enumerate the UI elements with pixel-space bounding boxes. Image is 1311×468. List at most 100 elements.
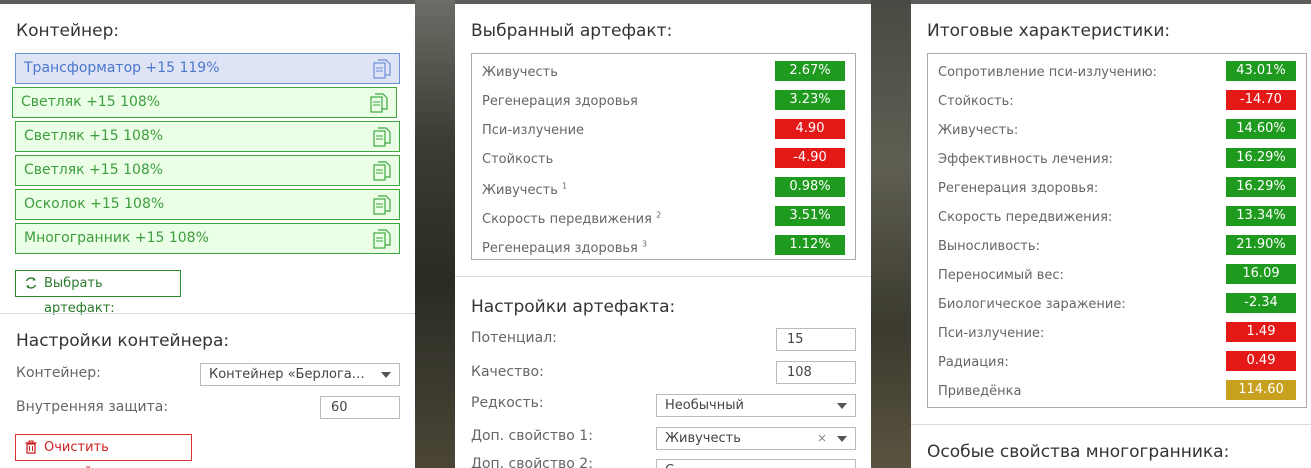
container-item[interactable]: Осколок +15 108%	[15, 189, 400, 220]
total-stats-title: Итоговые характеристики:	[927, 21, 1171, 41]
rarity-label: Редкость:	[471, 395, 544, 411]
quality-label: Качество:	[471, 364, 544, 380]
copy-icon[interactable]	[373, 229, 391, 249]
stat-label: Регенерация здоровья:	[938, 181, 1098, 196]
stat-row: Живучесть 2.67%	[482, 61, 845, 81]
stat-value-badge: -2.34	[1226, 293, 1296, 313]
stat-value-badge: 0.98%	[775, 177, 845, 197]
container-panel: Контейнер: Трансформатор +15 119% Светляк…	[0, 4, 415, 468]
stat-row: Приведёнка 114.60	[938, 380, 1296, 400]
protection-input[interactable]: 60	[320, 396, 400, 419]
stat-row: Переносимый вес: 16.09	[938, 264, 1296, 284]
extra1-label: Доп. свойство 1:	[471, 428, 593, 444]
container-item[interactable]: Светляк +15 108%	[15, 121, 400, 152]
stat-label-text: Пси-излучение	[482, 123, 585, 138]
stat-value-badge: 0.49	[1226, 351, 1296, 371]
rarity-select[interactable]: Необычный	[656, 394, 856, 417]
stat-label-text: Скорость передвижения:	[938, 210, 1113, 225]
stat-footnote: 2	[656, 211, 662, 220]
quality-input[interactable]: 108	[776, 361, 856, 384]
container-select[interactable]: Контейнер «Берлога…	[200, 363, 400, 386]
stat-label: Живучесть:	[938, 123, 1018, 138]
container-item-label: Осколок +15 108%	[24, 196, 165, 212]
stat-value-badge: 14.60%	[1226, 119, 1296, 139]
copy-icon[interactable]	[373, 127, 391, 147]
stat-label: Сопротивление пси-излучению:	[938, 65, 1157, 80]
container-title: Контейнер:	[16, 21, 120, 41]
selected-artifact-title: Выбранный артефакт:	[471, 21, 673, 41]
stat-value-badge: 16.29%	[1226, 177, 1296, 197]
stat-label: Регенерация здоровья 3	[482, 240, 647, 256]
extra2-label: Доп. свойство 2:	[471, 456, 593, 468]
divider	[455, 276, 871, 277]
container-item[interactable]: Светляк +15 108%	[12, 87, 397, 118]
stat-label: Стойкость	[482, 152, 553, 167]
container-item[interactable]: Трансформатор +15 119%	[15, 53, 400, 84]
stat-label: Переносимый вес:	[938, 268, 1064, 283]
stat-row: Сопротивление пси-излучению: 43.01%	[938, 61, 1296, 81]
stat-label: Пси-излучение	[482, 123, 584, 138]
divider	[911, 424, 1311, 425]
container-item-label: Трансформатор +15 119%	[24, 60, 220, 76]
extra1-select[interactable]: Живучесть ×	[656, 427, 856, 450]
container-item-label: Светляк +15 108%	[21, 94, 161, 110]
stat-label: Биологическое заражение:	[938, 297, 1126, 312]
stat-value-badge: 4.90	[775, 119, 845, 139]
stat-row: Живучесть: 14.60%	[938, 119, 1296, 139]
copy-icon[interactable]	[373, 161, 391, 181]
copy-icon[interactable]	[370, 93, 388, 113]
stat-label: Радиация:	[938, 355, 1009, 370]
potential-label: Потенциал:	[471, 330, 557, 346]
stat-label-text: Регенерация здоровья	[482, 94, 638, 109]
stat-label-text: Живучесть	[482, 65, 558, 80]
chevron-down-icon	[381, 372, 391, 378]
extra2-select-value: С	[665, 463, 674, 468]
rarity-select-value: Необычный	[665, 398, 744, 413]
stat-label: Эффективность лечения:	[938, 152, 1113, 167]
stat-row: Регенерация здоровья 3.23%	[482, 90, 845, 110]
stat-label: Живучесть	[482, 65, 558, 80]
stat-value-badge: 2.67%	[775, 61, 845, 81]
extra2-select[interactable]: С	[656, 459, 856, 468]
stat-value-badge: 3.23%	[775, 90, 845, 110]
stat-value-badge: 43.01%	[1226, 61, 1296, 81]
extra1-select-value: Живучесть	[665, 431, 741, 446]
trash-icon	[25, 440, 37, 454]
stat-label: Живучесть 1	[482, 182, 567, 198]
stat-value-badge: 13.34%	[1226, 206, 1296, 226]
stat-row: Скорость передвижения 2 3.51%	[482, 206, 845, 227]
container-item[interactable]: Многогранник +15 108%	[15, 223, 400, 254]
stat-value-badge: 114.60	[1226, 380, 1296, 400]
stat-label: Выносливость:	[938, 239, 1040, 254]
stat-label-text: Эффективность лечения:	[938, 152, 1113, 167]
stat-row: Стойкость: -14.70	[938, 90, 1296, 110]
stat-row: Пси-излучение 4.90	[482, 119, 845, 139]
stat-label-text: Приведёнка	[938, 384, 1022, 399]
copy-icon[interactable]	[373, 59, 391, 79]
stat-label: Пси-излучение:	[938, 326, 1044, 341]
clear-icon[interactable]: ×	[817, 428, 827, 449]
stat-label-text: Сопротивление пси-излучению:	[938, 65, 1157, 80]
chevron-down-icon	[837, 403, 847, 409]
copy-icon[interactable]	[373, 195, 391, 215]
potential-input[interactable]: 15	[776, 328, 856, 351]
container-select-value: Контейнер «Берлога…	[209, 367, 365, 382]
total-stats-panel: Итоговые характеристики: Сопротивление п…	[911, 4, 1311, 468]
container-settings-title: Настройки контейнера:	[16, 331, 230, 351]
stat-row: Радиация: 0.49	[938, 351, 1296, 371]
stat-value-badge: -4.90	[775, 148, 845, 168]
clear-container-label: Очистить контейнер:	[44, 440, 121, 468]
selected-artifact-panel: Выбранный артефакт: Живучесть 2.67% Регене…	[455, 4, 871, 468]
stat-label-text: Биологическое заражение:	[938, 297, 1126, 312]
container-item[interactable]: Светляк +15 108%	[15, 155, 400, 186]
clear-container-button[interactable]: Очистить контейнер:	[15, 434, 192, 468]
stat-row: Стойкость -4.90	[482, 148, 845, 168]
stat-row: Биологическое заражение: -2.34	[938, 293, 1296, 313]
stat-value-badge: 16.09	[1226, 264, 1296, 284]
special-title: Особые свойства многогранника:	[927, 442, 1230, 462]
stat-label-text: Пси-излучение:	[938, 326, 1045, 341]
stat-value-badge: 1.49	[1226, 322, 1296, 342]
choose-artifact-button[interactable]: Выбрать артефакт:	[15, 270, 181, 316]
stat-row: Эффективность лечения: 16.29%	[938, 148, 1296, 168]
stat-value-badge: 16.29%	[1226, 148, 1296, 168]
